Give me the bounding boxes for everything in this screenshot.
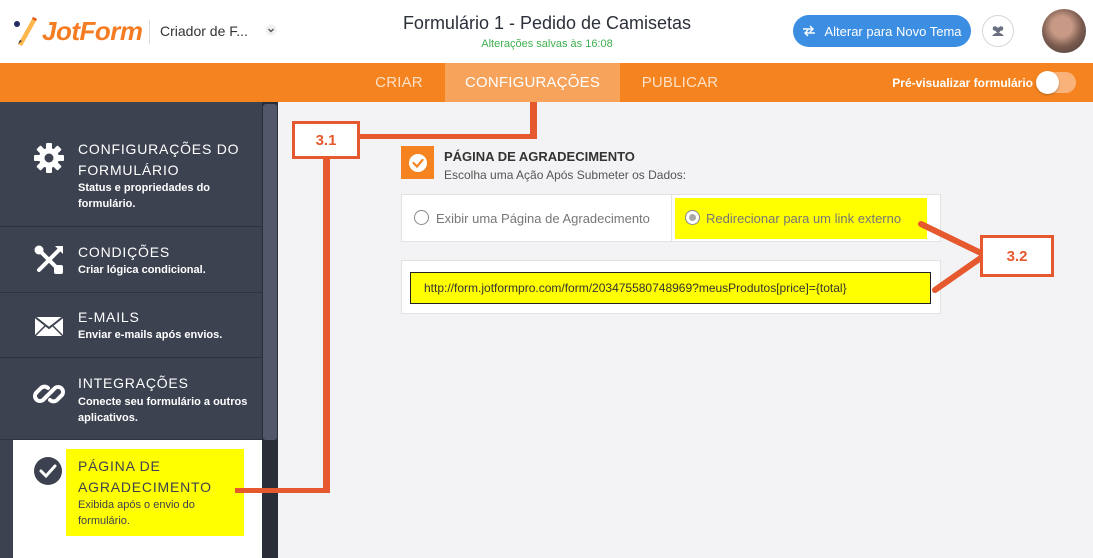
pencil-logo-icon [14, 17, 37, 46]
logo-text: JotForm [42, 15, 143, 46]
annotation-label-3-2: 3.2 [980, 235, 1054, 277]
annotation-connector [235, 488, 330, 493]
chevron-down-icon[interactable] [265, 24, 277, 36]
sidebar-item-conditions[interactable]: CONDIÇÕES Criar lógica condicional. [0, 227, 262, 293]
gear-icon [34, 143, 64, 173]
radio-show-thank-you-label[interactable]: Exibir uma Página de Agradecimento [436, 211, 650, 226]
sidebar-item-title-line2: FORMULÁRIO [78, 162, 180, 178]
toggle-knob [1036, 71, 1059, 94]
radio-redirect-external[interactable] [685, 210, 700, 225]
tools-icon [34, 245, 63, 274]
link-icon [33, 384, 65, 404]
switch-theme-label: Alterar para Novo Tema [824, 23, 962, 39]
sidebar-item-desc: Enviar e-mails após envios. [78, 329, 223, 341]
sidebar-item-title: CONDIÇÕES [78, 244, 170, 260]
sidebar-item-desc: Criar lógica condicional. [78, 264, 206, 276]
sidebar-item-desc: Status e propriedades do [78, 182, 211, 194]
sidebar-item-title: CONFIGURAÇÕES DO [78, 141, 240, 157]
tab-configuracoes[interactable]: CONFIGURAÇÕES [445, 63, 620, 102]
top-header: JotForm Criador de F... Formulário 1 - P… [0, 0, 1093, 63]
redirect-url-input[interactable]: http://form.jotformpro.com/form/20347558… [410, 272, 931, 304]
app-selector[interactable]: Criador de F... [160, 23, 248, 39]
sidebar-item-desc: Exibida após o envio do [78, 499, 195, 511]
sidebar-item-title: E-MAILS [78, 309, 140, 325]
sidebar-scroll-thumb[interactable] [263, 104, 277, 440]
section-check-badge [401, 146, 434, 179]
sidebar-item-desc-line2: formulário. [78, 515, 130, 527]
users-icon [992, 26, 1004, 36]
sidebar-item-desc-line2: formulário. [78, 198, 136, 210]
header-divider [149, 20, 150, 44]
save-status: Alterações salvas às 16:08 [481, 38, 613, 50]
annotation-connector [323, 159, 330, 493]
swap-arrows-icon [803, 25, 816, 37]
main-nav: CRIAR CONFIGURAÇÕES PUBLICAR Pré-visuali… [0, 63, 1093, 102]
radio-divider [671, 194, 672, 242]
sidebar-item-desc: Conecte seu formulário a outros [78, 396, 248, 408]
switch-theme-button[interactable]: Alterar para Novo Tema [793, 15, 971, 47]
sidebar-item-form-settings[interactable]: CONFIGURAÇÕES DO FORMULÁRIO Status e pro… [0, 102, 262, 227]
section-title: PÁGINA DE AGRADECIMENTO [444, 149, 635, 164]
section-subtitle: Escolha uma Ação Após Submeter os Dados: [444, 168, 687, 182]
collaborators-button[interactable] [982, 15, 1014, 47]
checkmark-icon [408, 153, 427, 172]
annotation-label-3-1: 3.1 [292, 121, 360, 159]
sidebar-item-thank-you-page[interactable]: PÁGINA DE AGRADECIMENTO Exibida após o e… [13, 440, 262, 558]
envelope-icon [34, 316, 64, 337]
sidebar-item-title-line2: AGRADECIMENTO [78, 479, 212, 495]
sidebar-item-title: INTEGRAÇÕES [78, 375, 189, 391]
jotform-logo[interactable]: JotForm [12, 14, 143, 48]
sidebar-item-integrations[interactable]: INTEGRAÇÕES Conecte seu formulário a out… [0, 358, 262, 440]
tab-criar[interactable]: CRIAR [356, 63, 442, 102]
annotation-connector [356, 134, 537, 139]
check-circle-icon [34, 457, 62, 485]
sidebar-item-emails[interactable]: E-MAILS Enviar e-mails após envios. [0, 293, 262, 358]
sidebar-item-title: PÁGINA DE [78, 458, 161, 474]
sidebar-item-desc-line2: aplicativos. [78, 412, 138, 424]
preview-toggle[interactable] [1036, 71, 1076, 94]
radio-show-thank-you[interactable] [414, 210, 429, 225]
form-title[interactable]: Formulário 1 - Pedido de Camisetas [347, 13, 747, 34]
tab-publicar[interactable]: PUBLICAR [628, 63, 732, 102]
user-avatar[interactable] [1042, 9, 1086, 53]
preview-label: Pré-visualizar formulário [892, 76, 1033, 90]
radio-redirect-external-label[interactable]: Redirecionar para um link externo [706, 211, 901, 226]
